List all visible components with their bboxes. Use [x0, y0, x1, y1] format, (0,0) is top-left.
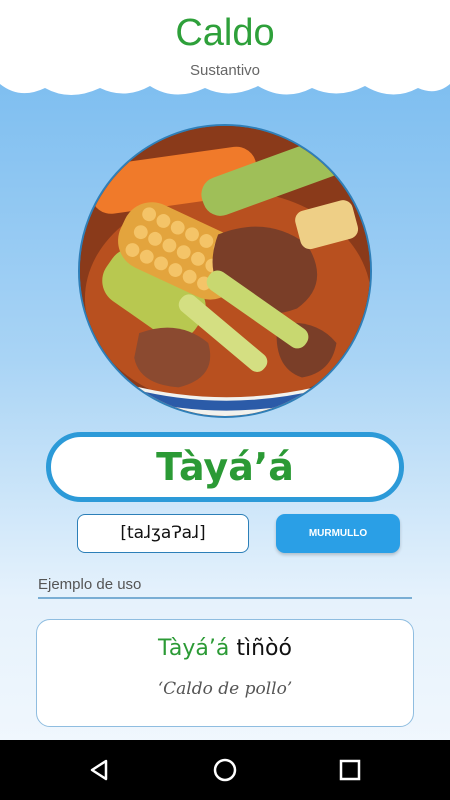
home-icon[interactable]: [211, 756, 239, 784]
example-card: Tàyá’á tìñòó ‘Caldo de pollo’: [36, 619, 414, 727]
example-translation: ‘Caldo de pollo’: [157, 679, 293, 699]
header: Caldo Sustantivo: [0, 0, 450, 84]
example-divider: [38, 597, 412, 599]
example-highlight: Tàyá’á: [158, 636, 230, 661]
caldo-illustration: [80, 126, 370, 416]
word-card: Tàyá’á: [46, 432, 404, 502]
example-rest: tìñòó: [229, 636, 292, 661]
recents-icon[interactable]: [336, 756, 364, 784]
page-title: Caldo: [175, 12, 275, 54]
food-image: [78, 124, 372, 418]
example-sentence: Tàyá’á tìñòó: [37, 636, 413, 661]
cloud-divider: [0, 78, 450, 95]
ipa-transcription: [taɺʒaɁaɺ]: [77, 514, 249, 553]
example-label: Ejemplo de uso: [38, 576, 142, 593]
murmullo-button[interactable]: MURMULLO: [276, 514, 400, 553]
back-icon[interactable]: [86, 756, 114, 784]
word-mixtec: Tàyá’á: [156, 445, 294, 489]
system-navbar: [0, 740, 450, 800]
word-category: Sustantivo: [189, 62, 261, 79]
